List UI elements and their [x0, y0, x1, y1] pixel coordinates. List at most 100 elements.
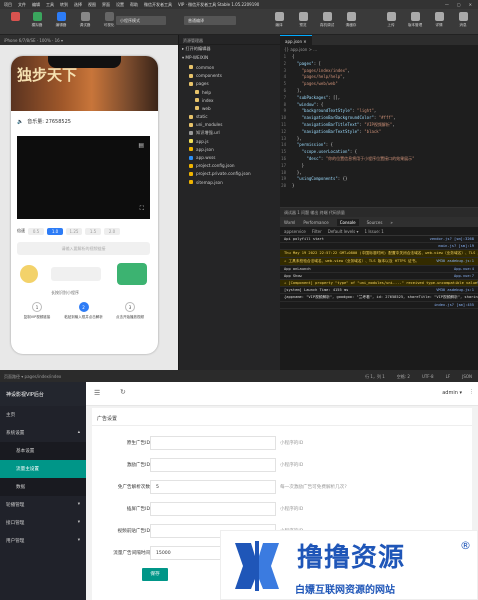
simulator-device-select[interactable]: iPhone 6/7/8/SE · 100% · 16 ▾	[0, 35, 178, 45]
view-button-0[interactable]: 模拟器	[26, 12, 48, 32]
sidebar-item-item[interactable]: 接口管理 ▾	[0, 514, 86, 532]
status-item-2[interactable]: UTF-8	[422, 374, 434, 379]
code-text: "navigationBarTitleText": "VIP视频解析",	[301, 121, 395, 127]
devtools-tab-item[interactable]: »	[390, 220, 392, 225]
tree-item-project-config-json[interactable]: project.config.json	[179, 162, 280, 170]
devtools-tab-sources[interactable]: Sources	[367, 220, 383, 225]
devtools-tab-performance[interactable]: Performance	[303, 220, 328, 225]
speed-option-0[interactable]: 0.5	[28, 227, 44, 235]
tree-item-uni-modules[interactable]: uni_modules	[179, 121, 280, 129]
tree-item-components[interactable]: components	[179, 72, 280, 80]
menu-item-7[interactable]: 界面	[102, 2, 110, 8]
close-button[interactable]: ✕	[469, 2, 472, 7]
tree-item-app-js[interactable]: app.js	[179, 137, 280, 145]
sidebar-item-item[interactable]: 系统设置 ▴	[0, 424, 86, 442]
speed-option-4[interactable]: 2.0	[104, 227, 120, 235]
sidebar-item-item[interactable]: 流量主设置	[0, 460, 86, 478]
tab-app-json[interactable]: app.json ✕	[280, 35, 312, 45]
banner-image[interactable]: 独步天下	[11, 56, 158, 111]
project-root[interactable]: ▾ MP-WEIXIN	[179, 53, 280, 61]
sidebar-item-item[interactable]: 数据	[0, 478, 86, 496]
right-button-3[interactable]: 消息	[452, 12, 474, 32]
parse-url-input[interactable]: 请输入要解析的视频链接	[17, 242, 150, 255]
action-button-0[interactable]: 编译	[268, 12, 290, 32]
tree-item-project-private-config-json[interactable]: project.private.config.json	[179, 170, 280, 178]
sidebar-item-item[interactable]: 轮播管理 ▾	[0, 496, 86, 514]
console-source-link[interactable]: VM30 asdebug.js:1	[436, 259, 474, 264]
tree-item-app-wxss[interactable]: app.wxss	[179, 153, 280, 161]
tree-item-static[interactable]: static	[179, 113, 280, 121]
compile-mode-select[interactable]: 小程序模式	[116, 16, 166, 25]
menu-item-4[interactable]: 转到	[60, 2, 68, 8]
tree-item-help[interactable]: help	[179, 88, 280, 96]
status-item-3[interactable]: LF	[446, 374, 451, 379]
devtools-tab-console[interactable]: Console	[336, 218, 359, 226]
refresh-icon[interactable]: ↻	[120, 388, 126, 396]
menu-item-1[interactable]: 文件	[18, 2, 26, 8]
fullscreen-icon[interactable]: ⛶	[140, 205, 144, 213]
right-button-2[interactable]: 详情	[428, 12, 450, 32]
menu-item-2[interactable]: 编辑	[32, 2, 40, 8]
menu-item-0[interactable]: 项目	[4, 2, 12, 8]
console-source-link[interactable]: vendor.js? [sm]:3268	[430, 237, 474, 241]
speed-option-3[interactable]: 1.5	[85, 227, 101, 235]
menu-item-10[interactable]: 微信开发者工具	[144, 2, 172, 8]
field-input[interactable]	[150, 458, 276, 472]
tree-item-app-json[interactable]: app.json	[179, 145, 280, 153]
user-menu[interactable]: admin ▾	[442, 390, 462, 396]
open-editors[interactable]: ▸ 打开的编辑器	[179, 45, 280, 53]
sidebar-item-item[interactable]: 主页	[0, 406, 86, 424]
console-source-link[interactable]: App.vue:7	[454, 274, 474, 278]
field-input[interactable]: 5	[150, 480, 276, 494]
action-button-2[interactable]: 真机调试	[316, 12, 338, 32]
save-button[interactable]: 保存	[142, 568, 168, 581]
tree-item-common[interactable]: common	[179, 63, 280, 71]
sidebar-item-item[interactable]: 用户管理 ▾	[0, 532, 86, 550]
danmaku-icon[interactable]: ▤	[138, 142, 144, 149]
tree-item-sitemap-json[interactable]: sitemap.json	[179, 178, 280, 186]
console-source-link[interactable]: main.js? [sm]:19	[438, 244, 474, 248]
action-button-1[interactable]: 预览	[292, 12, 314, 32]
status-item-4[interactable]: JSON	[462, 374, 472, 379]
menu-item-5[interactable]: 选择	[74, 2, 82, 8]
sidebar-item-item[interactable]: 基本设置	[0, 442, 86, 460]
context-select[interactable]: appservice	[284, 229, 306, 234]
view-button-2[interactable]: 调试器	[74, 12, 96, 32]
minimize-button[interactable]: —	[445, 2, 449, 7]
page-path[interactable]: 页面路径 ▾ pages/index/index	[0, 370, 178, 382]
line-number: 17	[281, 162, 286, 168]
avatar[interactable]	[4, 12, 26, 32]
field-input[interactable]	[150, 436, 276, 450]
ad-banner[interactable]	[17, 261, 150, 287]
view-button-1[interactable]: 编辑器	[50, 12, 72, 32]
right-button-0[interactable]: 上传	[380, 12, 402, 32]
field-input[interactable]	[150, 502, 276, 516]
action-button-3[interactable]: 清缓存	[340, 12, 362, 32]
ad-graphic	[20, 263, 147, 285]
maximize-button[interactable]: ▢	[457, 2, 461, 7]
menu-item-8[interactable]: 设置	[116, 2, 124, 8]
levels-select[interactable]: Default levels ▾	[328, 229, 359, 234]
compile-target-select[interactable]: 普通编译	[184, 16, 236, 25]
status-item-0[interactable]: 行 1，列 1	[365, 374, 385, 379]
tree-item-web[interactable]: web	[179, 104, 280, 112]
video-player[interactable]: ▤ ⛶	[17, 136, 150, 219]
menu-item-3[interactable]: 工具	[46, 2, 54, 8]
devtools-tab-wxml[interactable]: Wxml	[284, 220, 295, 225]
speed-option-2[interactable]: 1.25	[66, 227, 82, 235]
status-item-1[interactable]: 空格: 2	[397, 374, 410, 379]
tree-item-url[interactable]: 知识增强.url	[179, 129, 280, 137]
filter-input[interactable]: Filter	[312, 229, 322, 234]
menu-item-6[interactable]: 视图	[88, 2, 96, 8]
right-button-1[interactable]: 版本管理	[404, 12, 426, 32]
tree-item-pages[interactable]: pages	[179, 80, 280, 88]
tree-item-index[interactable]: index	[179, 96, 280, 104]
speed-option-1[interactable]: 1.0	[47, 227, 63, 235]
console-source-link[interactable]: VM30 asdebug.js:1	[436, 288, 474, 292]
console-source-link[interactable]: index.js? [sm]:455	[434, 303, 474, 307]
more-icon[interactable]: ⋮	[469, 389, 474, 395]
issues-badge[interactable]: 1 Issue: 1	[365, 229, 384, 234]
console-source-link[interactable]: App.vue:4	[454, 267, 474, 271]
menu-item-9[interactable]: 帮助	[130, 2, 138, 8]
menu-toggle-icon[interactable]: ☰	[94, 389, 100, 397]
